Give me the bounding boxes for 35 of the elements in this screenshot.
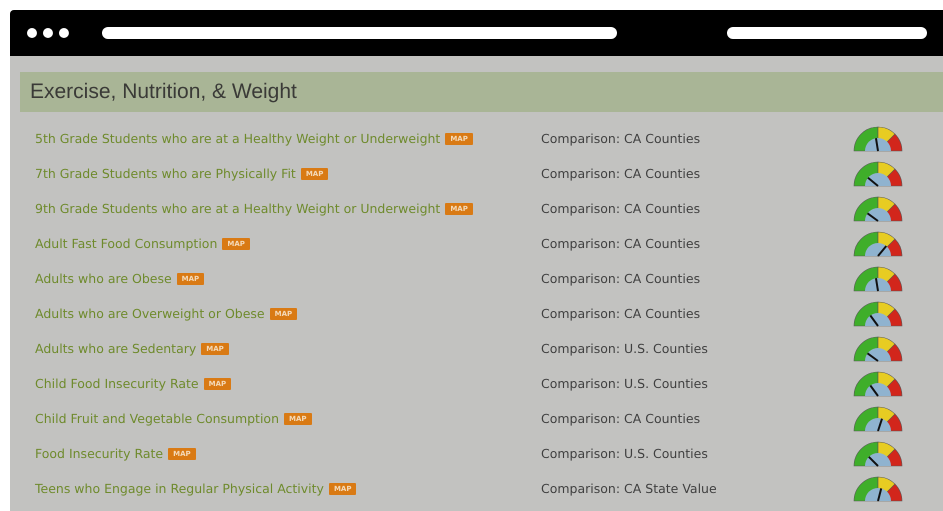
comparison-text: Comparison: CA Counties bbox=[541, 306, 702, 321]
indicator-link[interactable]: Adults who are Overweight or Obese bbox=[35, 306, 265, 321]
indicator-link[interactable]: 9th Grade Students who are at a Healthy Weight or Underweight bbox=[35, 201, 440, 216]
comparison-text: Comparison: CA Counties bbox=[541, 236, 702, 251]
indicator-link[interactable]: 7th Grade Students who are Physically Fit bbox=[35, 166, 296, 181]
indicator-link[interactable]: Adults who are Obese bbox=[35, 271, 172, 286]
indicator-link[interactable]: Adult Fast Food Consumption bbox=[35, 236, 218, 251]
comparison-text: Comparison: U.S. Counties bbox=[541, 341, 709, 356]
gauge-icon bbox=[853, 265, 903, 292]
indicator-link[interactable]: Teens who Engage in Regular Physical Activity bbox=[35, 481, 324, 496]
gauge-icon bbox=[853, 195, 903, 222]
gauge-icon bbox=[853, 405, 903, 432]
section-title: Exercise, Nutrition, & Weight bbox=[20, 72, 943, 112]
indicator-link[interactable]: 5th Grade Students who are at a Healthy Weight or Underweight bbox=[35, 131, 440, 146]
gauge-icon bbox=[853, 125, 903, 152]
comparison-text: Comparison: CA Counties bbox=[541, 271, 702, 286]
comparison-text: Comparison: CA State Value bbox=[541, 481, 718, 496]
gauge-icon bbox=[853, 335, 903, 362]
gauge-icon bbox=[853, 230, 903, 257]
indicator-link[interactable]: Food Insecurity Rate bbox=[35, 446, 164, 461]
comparison-text: Comparison: CA Counties bbox=[541, 166, 702, 181]
gauge-icon bbox=[853, 300, 903, 327]
gauge-icon bbox=[853, 160, 903, 187]
indicator-link[interactable]: Child Food Insecurity Rate bbox=[35, 376, 199, 391]
gauge-icon bbox=[853, 475, 903, 502]
comparison-text: Comparison: CA Counties bbox=[541, 131, 702, 146]
indicator-link[interactable]: Child Fruit and Vegetable Consumption bbox=[35, 411, 280, 426]
indicator-link[interactable]: Adults who are Sedentary bbox=[35, 341, 196, 356]
comparison-text: Comparison: CA Counties bbox=[541, 201, 702, 216]
comparison-text: Comparison: U.S. Counties bbox=[541, 376, 709, 391]
gauge-icon bbox=[853, 440, 903, 467]
window-dots-icon bbox=[26, 27, 70, 39]
comparison-text: Comparison: CA Counties bbox=[541, 411, 702, 426]
comparison-text: Comparison: U.S. Counties bbox=[541, 446, 709, 461]
gauge-icon bbox=[853, 370, 903, 397]
